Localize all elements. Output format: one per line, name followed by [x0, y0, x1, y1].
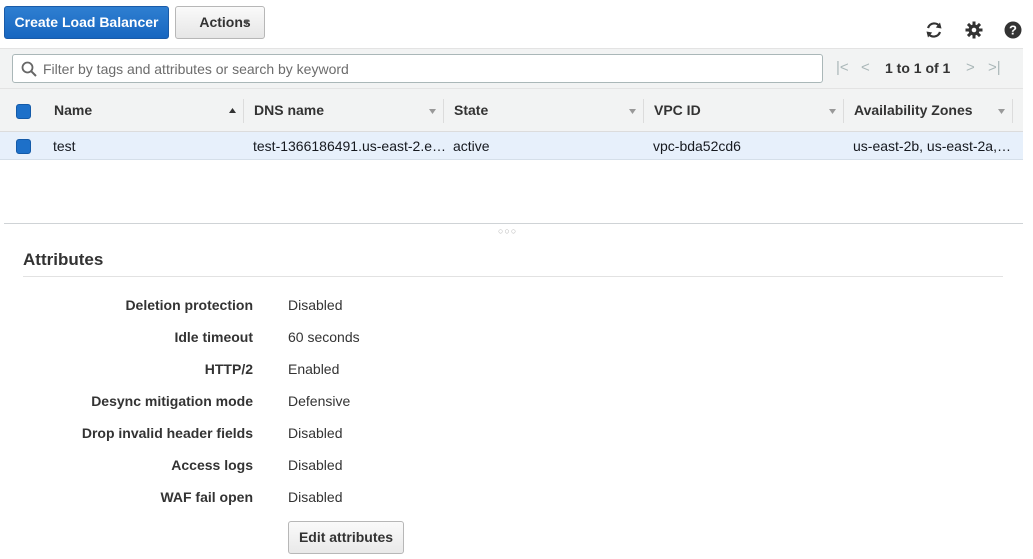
- attr-value-drop-invalid-header-fields: Disabled: [288, 425, 343, 441]
- toolbar: Create Load Balancer Actions ▾ ?: [0, 0, 1033, 48]
- attr-value-http2: Enabled: [288, 361, 340, 377]
- attr-label-idle-timeout: Idle timeout: [174, 329, 253, 345]
- column-divider[interactable]: [1012, 99, 1013, 123]
- attr-value-idle-timeout: 60 seconds: [288, 329, 360, 345]
- previous-page-icon[interactable]: <: [861, 59, 870, 76]
- column-header-name[interactable]: Name: [54, 89, 92, 132]
- attr-value-desync-mitigation-mode: Defensive: [288, 393, 351, 409]
- cell-dns-name: test-1366186491.us-east-2.e…: [253, 138, 447, 154]
- edit-attributes-button[interactable]: Edit attributes: [288, 521, 404, 554]
- svg-text:?: ?: [1009, 23, 1017, 38]
- refresh-icon[interactable]: [924, 20, 944, 40]
- column-divider[interactable]: [243, 99, 244, 123]
- column-divider[interactable]: [443, 99, 444, 123]
- attr-value-access-logs: Disabled: [288, 457, 343, 473]
- sort-icon[interactable]: [828, 89, 837, 132]
- sort-icon[interactable]: [628, 89, 637, 132]
- panel-splitter[interactable]: [4, 223, 1023, 224]
- filter-bar: |< < 1 to 1 of 1 > >|: [0, 48, 1023, 88]
- pagination-text: 1 to 1 of 1: [885, 60, 951, 76]
- column-divider[interactable]: [643, 99, 644, 123]
- actions-label: Actions: [199, 14, 251, 30]
- cell-name: test: [53, 138, 76, 154]
- search-input[interactable]: [43, 58, 813, 79]
- attributes-title: Attributes: [23, 250, 104, 269]
- select-all-checkbox[interactable]: [16, 104, 31, 119]
- cell-state: active: [453, 138, 490, 154]
- next-page-icon[interactable]: >: [966, 59, 975, 76]
- attr-value-waf-fail-open: Disabled: [288, 489, 343, 505]
- first-page-icon[interactable]: |<: [836, 59, 849, 76]
- actions-dropdown-button[interactable]: Actions ▾: [175, 6, 265, 39]
- attr-value-deletion-protection: Disabled: [288, 297, 343, 313]
- last-page-icon[interactable]: >|: [988, 59, 1001, 76]
- attr-label-http2: HTTP/2: [204, 361, 253, 377]
- chevron-down-icon: ▾: [244, 17, 250, 28]
- cell-availability-zones: us-east-2b, us-east-2a,…: [853, 138, 1011, 154]
- column-header-state[interactable]: State: [454, 89, 488, 132]
- column-divider[interactable]: [843, 99, 844, 123]
- attr-label-access-logs: Access logs: [171, 457, 253, 473]
- row-checkbox[interactable]: [16, 139, 31, 154]
- search-box: [12, 54, 823, 83]
- table-row[interactable]: test test-1366186491.us-east-2.e… active…: [0, 132, 1023, 160]
- column-header-vpc-id[interactable]: VPC ID: [654, 89, 701, 132]
- cell-vpc-id: vpc-bda52cd6: [653, 138, 741, 154]
- column-header-availability-zones[interactable]: Availability Zones: [854, 89, 973, 132]
- attr-label-deletion-protection: Deletion protection: [125, 297, 253, 313]
- sort-icon[interactable]: [997, 89, 1006, 132]
- search-icon: [21, 61, 37, 77]
- help-icon[interactable]: ?: [1003, 20, 1023, 40]
- resize-grip-icon[interactable]: ○○○: [498, 226, 517, 236]
- sort-icon[interactable]: [428, 89, 437, 132]
- attr-label-desync-mitigation-mode: Desync mitigation mode: [91, 393, 253, 409]
- sort-ascending-icon[interactable]: [228, 89, 237, 132]
- table-header: Name DNS name State VPC ID Availability …: [0, 88, 1023, 132]
- divider: [23, 276, 1003, 277]
- create-load-balancer-button[interactable]: Create Load Balancer: [4, 6, 169, 39]
- column-header-dns-name[interactable]: DNS name: [254, 89, 324, 132]
- attr-label-drop-invalid-header-fields: Drop invalid header fields: [81, 425, 253, 441]
- gear-icon[interactable]: [964, 20, 984, 40]
- attr-label-waf-fail-open: WAF fail open: [160, 489, 253, 505]
